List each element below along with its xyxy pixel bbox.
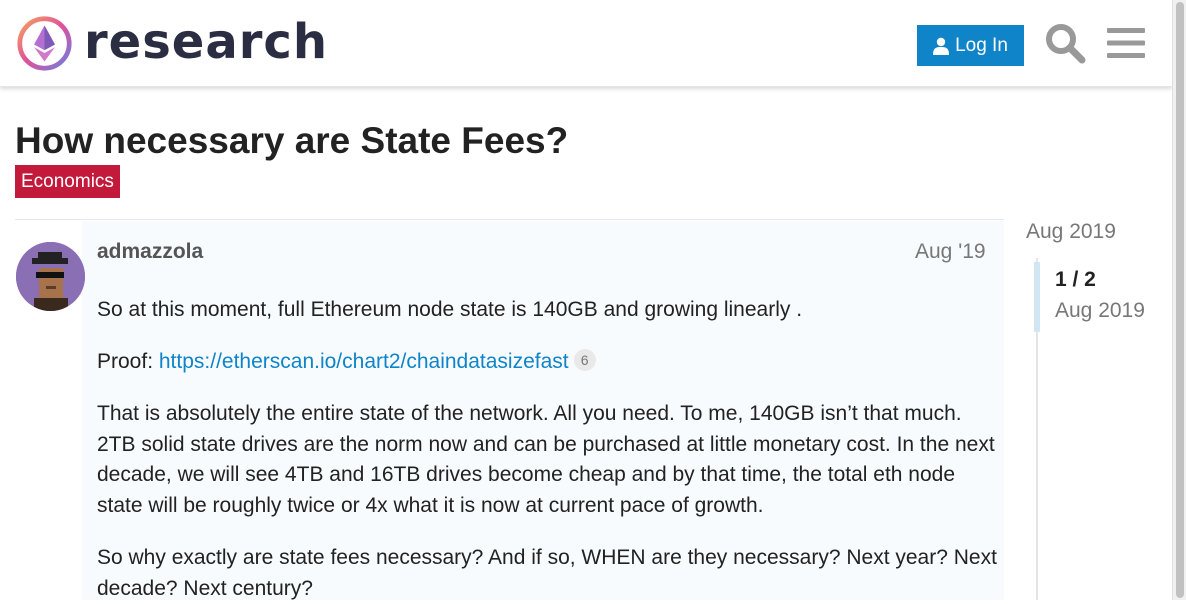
timeline-current-date: Aug 2019 <box>1055 299 1145 322</box>
scrollbar-thumb[interactable] <box>1176 2 1184 598</box>
post-date[interactable]: Aug '19 <box>915 240 986 264</box>
avatar[interactable] <box>16 242 85 311</box>
hamburger-menu-icon[interactable] <box>1107 26 1145 60</box>
search-icon[interactable] <box>1044 22 1086 64</box>
timeline-handle[interactable] <box>1034 262 1040 332</box>
link-click-count-badge: 6 <box>573 349 596 371</box>
post-paragraph-1: So at this moment, full Ethereum node st… <box>97 298 803 321</box>
post-paragraph-3: That is absolutely the entire state of t… <box>97 402 995 517</box>
ethereum-logo-icon[interactable] <box>16 15 73 72</box>
user-icon <box>933 37 950 55</box>
post-username[interactable]: admazzola <box>97 240 203 264</box>
category-badge[interactable]: Economics <box>15 165 120 198</box>
login-label: Log In <box>955 34 1008 56</box>
site-name[interactable]: research <box>84 14 328 70</box>
timeline-position: 1 / 2 <box>1055 268 1096 291</box>
post-paragraph-4: So why exactly are state fees necessary?… <box>97 546 997 600</box>
login-button[interactable]: Log In <box>917 25 1024 66</box>
page-scrollbar[interactable] <box>1172 0 1186 600</box>
proof-link[interactable]: https://etherscan.io/chart2/chaindatasiz… <box>159 350 569 373</box>
divider <box>15 219 1004 220</box>
post-paragraph-proof: Proof: https://etherscan.io/chart2/chain… <box>97 347 997 378</box>
proof-label: Proof: <box>97 350 159 373</box>
topic-title[interactable]: How necessary are State Fees? <box>15 120 568 162</box>
site-header: research Log In <box>0 0 1172 87</box>
timeline-start-date[interactable]: Aug 2019 <box>1026 220 1116 244</box>
